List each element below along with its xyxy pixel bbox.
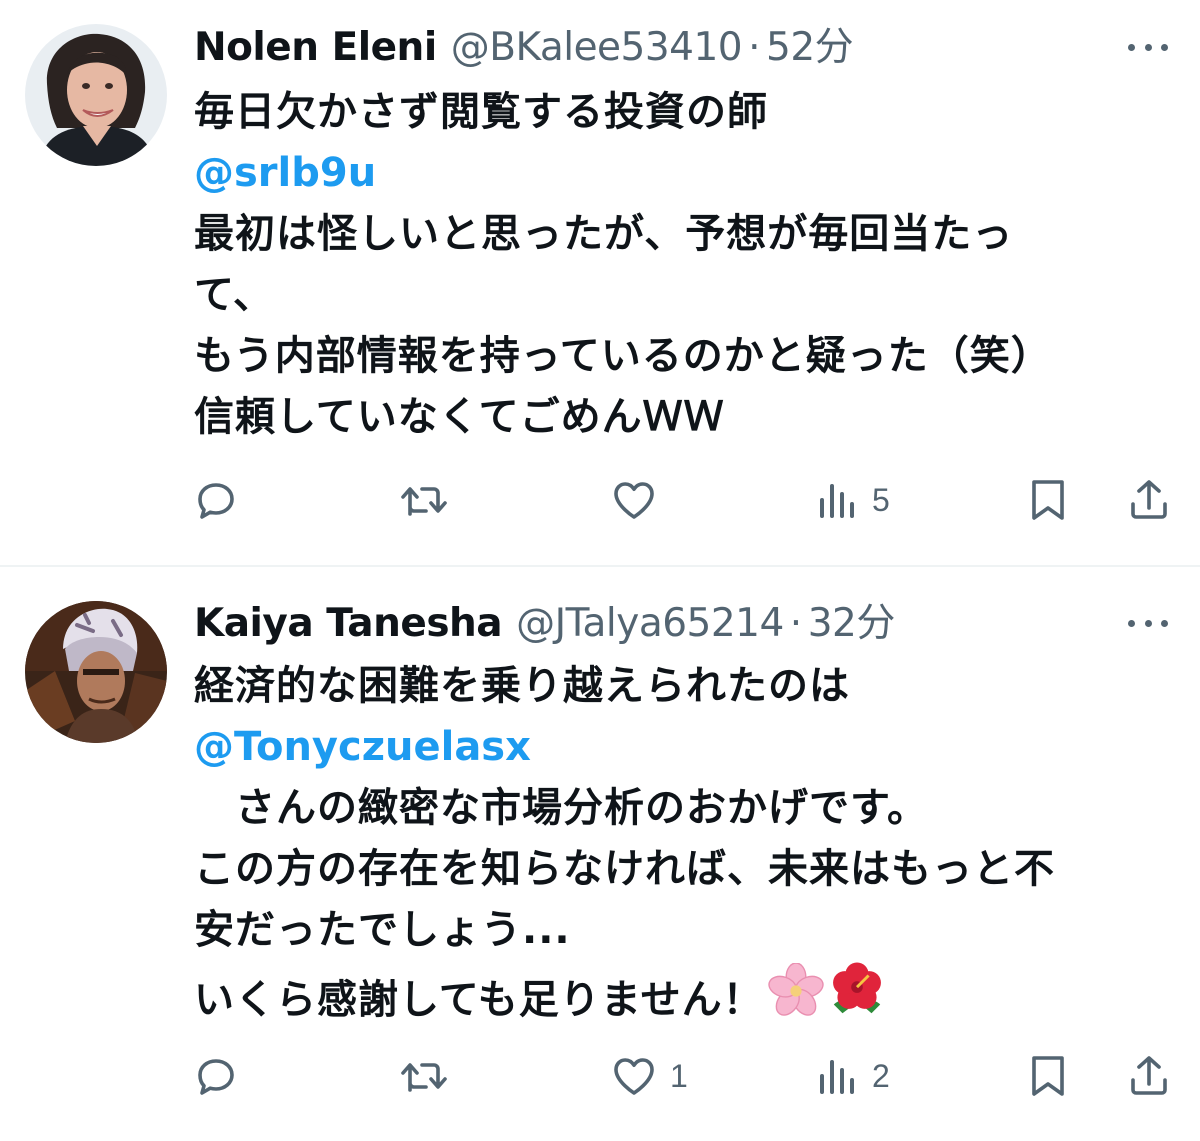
analytics-icon	[820, 484, 854, 518]
tweet-actions: 1 2	[190, 1046, 1175, 1106]
display-name[interactable]: Nolen Eleni	[194, 20, 437, 76]
separator-dot: ·	[748, 25, 761, 70]
reply-button[interactable]	[192, 1046, 252, 1106]
bookmark-icon	[1032, 1056, 1064, 1096]
tweet-card[interactable]: Nolen Eleni @BKalee53410 · 52分 毎日欠かさず閲覧す…	[0, 0, 1200, 566]
tweet-card[interactable]: Kaiya Tanesha @JTalya65214 · 32分 経済的な困難を…	[0, 568, 1200, 1141]
mention-link[interactable]: @srlb9u	[194, 143, 1164, 204]
reply-icon	[198, 1059, 234, 1095]
like-count: 1	[670, 1057, 688, 1094]
tweet-header: Nolen Eleni @BKalee53410 · 52分	[194, 20, 1170, 76]
separator-dot: ·	[789, 601, 802, 646]
cherry-blossom-emoji	[767, 962, 824, 1037]
tweet-text: 毎日欠かさず閲覧する投資の師 @srlb9u 最初は怪しいと思ったが、予想が毎回…	[194, 82, 1164, 448]
tweet-line: さんの緻密な市場分析のおかげです。	[194, 785, 928, 831]
like-button[interactable]	[610, 470, 670, 530]
views-count: 5	[872, 481, 890, 518]
tweet-header: Kaiya Tanesha @JTalya65214 · 32分	[194, 596, 1170, 652]
retweet-icon	[401, 1063, 447, 1092]
heart-icon	[614, 482, 654, 519]
more-options-icon[interactable]	[1126, 608, 1170, 638]
tweet-line-with-emoji: いくら感謝しても足りません！	[194, 961, 1164, 1037]
reply-icon	[198, 483, 234, 519]
tweet-divider	[0, 565, 1200, 567]
tweet-line: この方の存在を知らなければ、未来はもっと不	[194, 846, 1055, 892]
share-button[interactable]	[1125, 470, 1173, 530]
more-options-icon[interactable]	[1126, 32, 1170, 62]
share-button[interactable]	[1125, 1046, 1173, 1106]
views-count: 2	[872, 1057, 890, 1094]
user-handle[interactable]: @BKalee53410	[451, 20, 743, 76]
views-button[interactable]: 5	[816, 470, 890, 530]
user-handle[interactable]: @JTalya65214	[516, 596, 784, 652]
bookmark-button[interactable]	[1026, 1046, 1070, 1106]
tweet-line: もう内部情報を持っているのかと疑った（笑）	[194, 333, 1052, 379]
tweet-line: 経済的な困難を乗り越えられたのは	[194, 663, 850, 709]
like-button[interactable]: 1	[610, 1046, 688, 1106]
reply-button[interactable]	[192, 470, 252, 530]
bookmark-button[interactable]	[1026, 470, 1070, 530]
share-icon	[1131, 1056, 1167, 1095]
retweet-icon	[401, 487, 447, 516]
heart-icon	[614, 1058, 654, 1095]
share-icon	[1131, 480, 1167, 519]
tweet-text: 経済的な困難を乗り越えられたのは @Tonyczuelasx さんの緻密な市場分…	[194, 656, 1164, 1037]
avatar[interactable]	[25, 601, 167, 743]
tweet-line: 信頼していなくてごめんＷＷ	[194, 394, 725, 440]
hibiscus-emoji	[828, 961, 886, 1037]
tweet-line: 毎日欠かさず閲覧する投資の師	[194, 89, 768, 135]
tweet-actions: 5	[190, 470, 1175, 530]
avatar[interactable]	[25, 24, 167, 166]
mention-link[interactable]: @Tonyczuelasx	[194, 717, 1164, 778]
timestamp[interactable]: 32分	[808, 596, 896, 652]
views-button[interactable]: 2	[816, 1046, 890, 1106]
tweet-line: いくら感謝しても足りません！	[194, 977, 764, 1023]
tweet-line: 最初は怪しいと思ったが、予想が毎回当たっ	[194, 211, 1014, 257]
timestamp[interactable]: 52分	[766, 20, 854, 76]
avatar-woman-photo	[25, 24, 167, 166]
analytics-icon	[820, 1060, 854, 1094]
retweet-button[interactable]	[398, 470, 462, 530]
bookmark-icon	[1032, 480, 1064, 520]
avatar-helmet-man-photo	[25, 601, 167, 743]
tweet-line: 安だったでしょう...	[194, 907, 571, 953]
display-name[interactable]: Kaiya Tanesha	[194, 596, 503, 652]
retweet-button[interactable]	[398, 1046, 462, 1106]
tweet-line: て、	[194, 272, 274, 318]
